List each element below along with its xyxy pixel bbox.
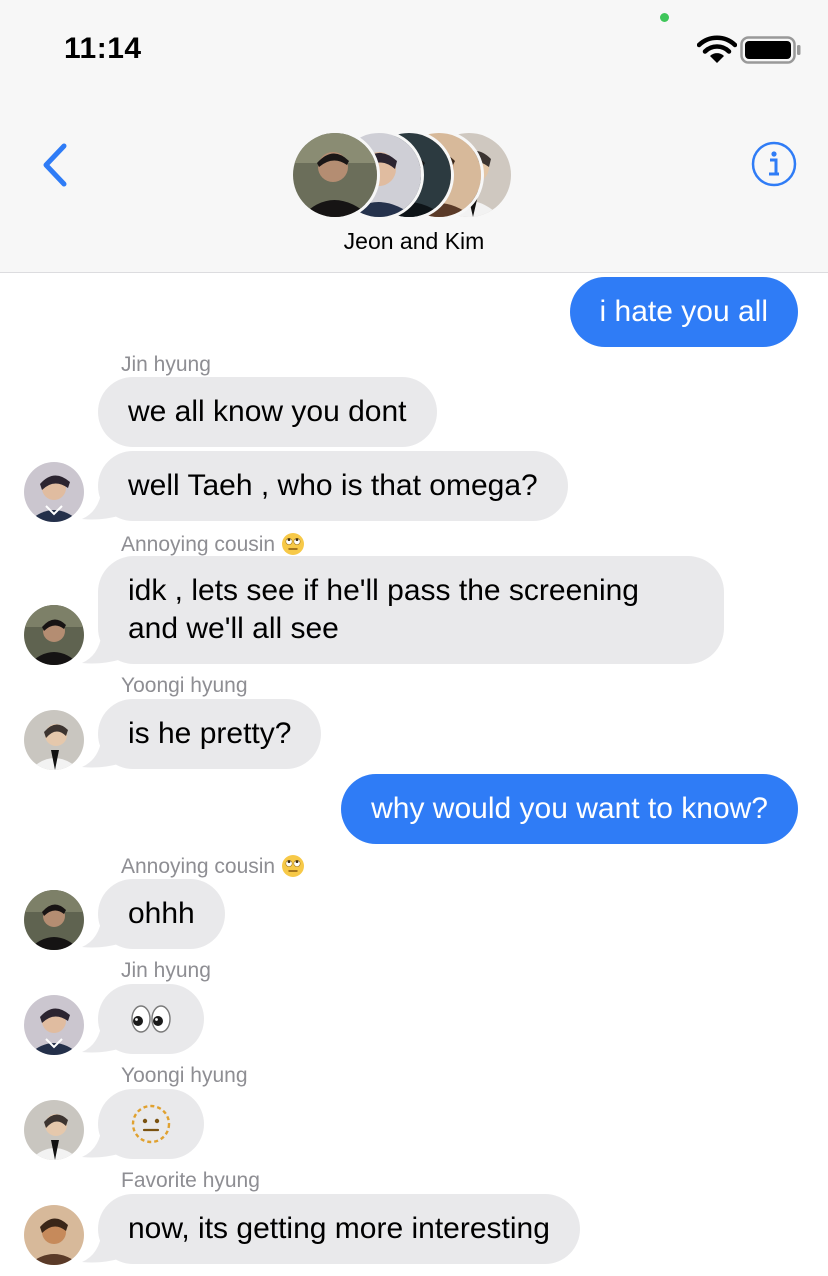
face-with-rolling-eyes-icon <box>282 533 305 555</box>
conversation-title[interactable]: Jeon and Kim <box>0 228 828 255</box>
avatar[interactable] <box>24 995 84 1055</box>
sender-name: Annoying cousin <box>121 854 305 879</box>
avatar[interactable] <box>24 710 84 770</box>
sender-name: Favorite hyung <box>121 1169 260 1192</box>
avatar[interactable] <box>24 1205 84 1265</box>
message-line: idk , lets see if he'll pass the screeni… <box>128 574 639 607</box>
sender-name: Yoongi hyung <box>121 1064 248 1087</box>
battery-icon <box>740 36 801 64</box>
message-bubble-incoming[interactable]: is he pretty? <box>98 699 322 769</box>
message-bubble-incoming[interactable]: idk , lets see if he'll pass the screeni… <box>98 556 724 664</box>
status-bar: 11:14 <box>0 0 828 90</box>
avatar[interactable] <box>24 1100 84 1160</box>
group-avatar-stack[interactable] <box>290 130 514 220</box>
avatar[interactable] <box>24 605 84 665</box>
message-bubble-incoming[interactable] <box>98 1089 204 1159</box>
message-bubble-incoming[interactable]: well Taeh , who is that omega? <box>98 451 568 521</box>
sender-name: Annoying cousin <box>121 532 305 557</box>
message-bubble-outgoing[interactable]: why would you want to know? <box>341 774 798 844</box>
info-icon[interactable] <box>750 140 798 188</box>
group-avatar-1 <box>290 130 380 220</box>
message-bubble-outgoing[interactable]: i hate you all <box>569 277 798 347</box>
wifi-icon <box>697 35 737 63</box>
eyes-emoji-icon <box>131 1005 171 1033</box>
message-bubble-incoming[interactable]: ohhh <box>98 879 225 949</box>
sender-name: Jin hyung <box>121 959 211 982</box>
sender-name-text: Annoying cousin <box>121 533 276 556</box>
message-bubble-incoming[interactable] <box>98 984 204 1054</box>
avatar[interactable] <box>24 462 84 522</box>
message-line: and we'll all see <box>128 612 339 645</box>
message-bubble-incoming[interactable]: we all know you dont <box>98 377 437 447</box>
face-with-rolling-eyes-icon <box>282 855 305 877</box>
status-time: 11:14 <box>64 32 142 65</box>
dotted-line-face-icon <box>131 1104 171 1144</box>
sender-name: Jin hyung <box>121 353 211 376</box>
avatar[interactable] <box>24 890 84 950</box>
sender-name: Yoongi hyung <box>121 674 248 697</box>
message-list: i hate you all Jin hyung we all know you… <box>0 273 828 1276</box>
conversation-header: Jeon and Kim <box>0 90 828 273</box>
message-bubble-incoming[interactable]: now, its getting more interesting <box>98 1194 580 1264</box>
privacy-indicator-dot <box>660 13 669 22</box>
back-chevron-icon[interactable] <box>36 140 72 190</box>
sender-name-text: Annoying cousin <box>121 855 276 878</box>
